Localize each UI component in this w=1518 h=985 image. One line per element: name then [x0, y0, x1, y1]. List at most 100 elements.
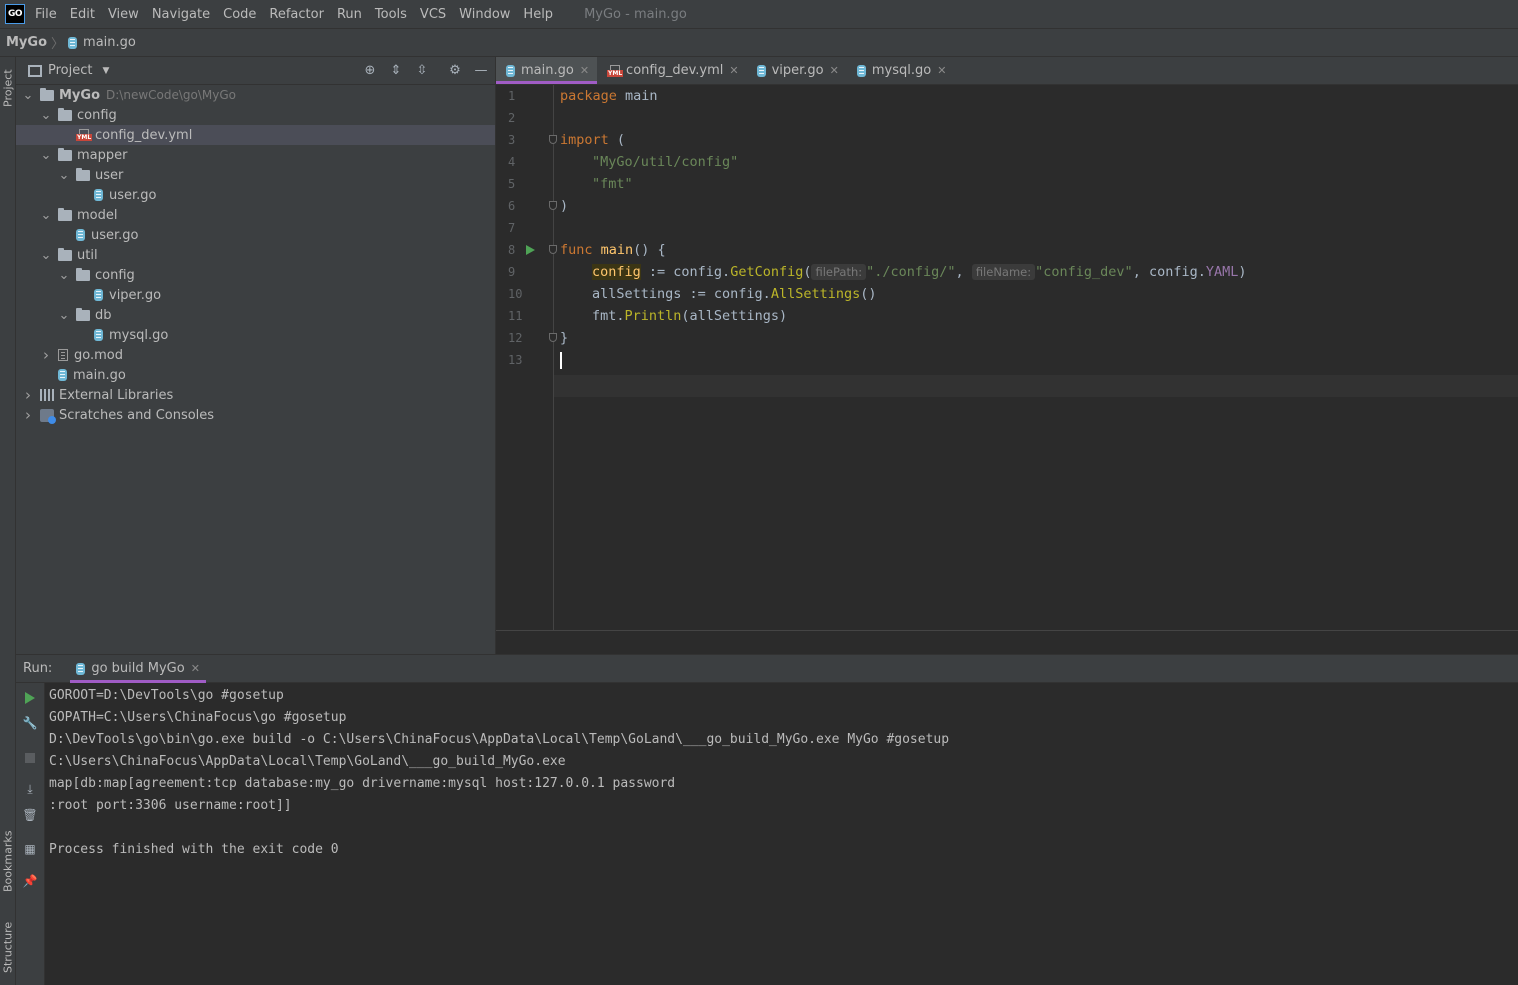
fold-icon[interactable] [549, 245, 557, 254]
chevron-down-icon[interactable]: ⌄ [40, 148, 52, 163]
gear-icon[interactable]: ⚙ [447, 63, 463, 79]
menu-view[interactable]: View [108, 7, 139, 22]
fold-icon[interactable] [549, 135, 557, 144]
folder-icon [76, 167, 90, 181]
code-line-6: ) [560, 198, 569, 214]
run-config-tab[interactable]: go build MyGo ✕ [70, 655, 206, 683]
close-icon[interactable]: ✕ [191, 662, 200, 675]
editor-tab[interactable]: viper.go ✕ [747, 57, 847, 84]
menu-file[interactable]: File [35, 7, 57, 22]
chevron-down-icon[interactable]: ⌄ [22, 88, 34, 103]
layout-icon[interactable]: ▦ [22, 841, 38, 857]
code-area[interactable]: 1 2 3 4 5 6 7 8 9 10 11 12 13 package main import ( … [496, 85, 1518, 630]
structure-tool-tab-label: Structure [1, 921, 15, 973]
stop-button[interactable] [22, 749, 38, 765]
tree-item[interactable]: mysql.go [16, 325, 495, 345]
chevron-right-icon[interactable]: › [40, 346, 52, 364]
tree-item[interactable]: ⌄ config [16, 105, 495, 125]
tree-item-label: mapper [77, 147, 128, 163]
structure-tool-tab[interactable]: Structure [0, 917, 16, 977]
console-line: C:\Users\ChinaFocus\AppData\Local\Temp\G… [49, 754, 566, 769]
code-line-9: config := config.GetConfig(filePath: "./c… [592, 264, 1247, 280]
chevron-right-icon[interactable]: › [22, 386, 34, 404]
run-gutter-icon[interactable] [526, 245, 535, 255]
project-panel-header: Project ▼ ⊕ ⇕ ⇳ ⚙ — [16, 57, 495, 85]
fold-icon[interactable] [549, 201, 557, 210]
menu-vcs[interactable]: VCS [420, 7, 446, 22]
editor-horizontal-scrollbar[interactable] [496, 630, 1518, 654]
tree-item[interactable]: ⌄ config [16, 265, 495, 285]
locate-file-icon[interactable]: ⊕ [362, 63, 378, 79]
fold-icon[interactable] [549, 333, 557, 342]
line-number: 12 [508, 331, 523, 345]
line-number: 3 [508, 133, 516, 147]
chevron-down-icon[interactable]: ⌄ [40, 248, 52, 263]
tree-item[interactable]: ⌄ MyGo D:\newCode\go\MyGo [16, 85, 495, 105]
tree-item[interactable]: viper.go [16, 285, 495, 305]
editor-tab[interactable]: main.go ✕ [496, 57, 598, 84]
menu-code[interactable]: Code [223, 7, 256, 22]
tree-item-label: config_dev.yml [95, 127, 193, 143]
chevron-down-icon[interactable]: ⌄ [58, 308, 70, 323]
chevron-down-icon[interactable]: ⌄ [58, 168, 70, 183]
text-caret [560, 351, 562, 369]
hide-panel-icon[interactable]: — [473, 63, 489, 79]
tree-item-label: model [77, 207, 118, 223]
menu-refactor[interactable]: Refactor [269, 7, 324, 22]
tree-item[interactable]: ⌄ util [16, 245, 495, 265]
tree-item[interactable]: ⌄ db [16, 305, 495, 325]
library-icon [40, 389, 54, 401]
expand-all-icon[interactable]: ⇕ [388, 63, 404, 79]
menu-edit[interactable]: Edit [70, 7, 95, 22]
tree-item[interactable]: user.go [16, 185, 495, 205]
menu-window[interactable]: Window [459, 7, 510, 22]
close-icon[interactable]: ✕ [729, 64, 738, 77]
project-tool-tab[interactable]: Project [0, 63, 16, 113]
chevron-right-icon[interactable]: › [22, 406, 34, 424]
tree-item[interactable]: config_dev.yml [16, 125, 495, 145]
chevron-down-icon[interactable]: ⌄ [40, 208, 52, 223]
folder-icon [58, 147, 72, 161]
tree-item[interactable]: user.go [16, 225, 495, 245]
console-output[interactable]: GOROOT=D:\DevTools\go #gosetup GOPATH=C:\… [49, 683, 1518, 985]
scroll-to-end-icon[interactable]: ⤓ [22, 781, 38, 797]
folder-icon [58, 207, 72, 221]
go-file-icon [58, 369, 67, 381]
tree-item[interactable]: main.go [16, 365, 495, 385]
menu-navigate[interactable]: Navigate [152, 7, 210, 22]
rerun-button[interactable] [22, 689, 38, 705]
project-panel-title[interactable]: Project [48, 63, 92, 78]
tree-item[interactable]: › Scratches and Consoles [16, 405, 495, 425]
breadcrumb-project[interactable]: MyGo [6, 35, 47, 50]
tree-item[interactable]: ⌄ model [16, 205, 495, 225]
tree-item-label: user [95, 167, 124, 183]
chevron-down-icon[interactable]: ⌄ [58, 268, 70, 283]
folder-icon [76, 307, 90, 321]
tree-item[interactable]: › External Libraries [16, 385, 495, 405]
collapse-all-icon[interactable]: ⇳ [414, 63, 430, 79]
menu-help[interactable]: Help [523, 7, 553, 22]
editor-tab[interactable]: config_dev.yml ✕ [597, 57, 747, 84]
goland-logo-icon: GO [5, 4, 25, 24]
tree-item[interactable]: ⌄ mapper [16, 145, 495, 165]
wrench-icon[interactable]: 🔧 [22, 715, 38, 731]
breadcrumb-file[interactable]: main.go [68, 35, 136, 50]
close-icon[interactable]: ✕ [830, 64, 839, 77]
menu-tools[interactable]: Tools [375, 7, 407, 22]
left-tool-strip: Project Bookmarks Structure [0, 57, 16, 985]
trash-icon[interactable]: 🗑 [22, 807, 38, 823]
editor-tab[interactable]: mysql.go ✕ [847, 57, 955, 84]
pin-icon[interactable]: 📌 [22, 873, 38, 889]
chevron-down-icon[interactable]: ⌄ [40, 108, 52, 123]
tree-item[interactable]: › go.mod [16, 345, 495, 365]
bookmarks-tool-tab[interactable]: Bookmarks [0, 821, 16, 901]
menu-run[interactable]: Run [337, 7, 362, 22]
folder-icon [58, 247, 72, 261]
chevron-down-icon[interactable]: ▼ [102, 66, 109, 76]
go-file-icon [94, 329, 103, 341]
code-line-3: import ( [560, 132, 626, 148]
tree-item[interactable]: ⌄ user [16, 165, 495, 185]
close-icon[interactable]: ✕ [937, 64, 946, 77]
close-icon[interactable]: ✕ [580, 64, 589, 77]
